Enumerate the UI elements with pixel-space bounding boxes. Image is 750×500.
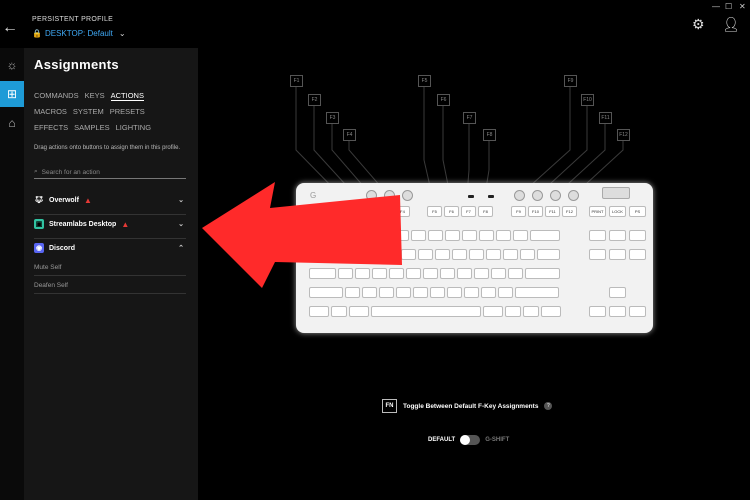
red-arrow-icon	[202, 182, 402, 288]
annotation-arrow	[202, 182, 402, 288]
